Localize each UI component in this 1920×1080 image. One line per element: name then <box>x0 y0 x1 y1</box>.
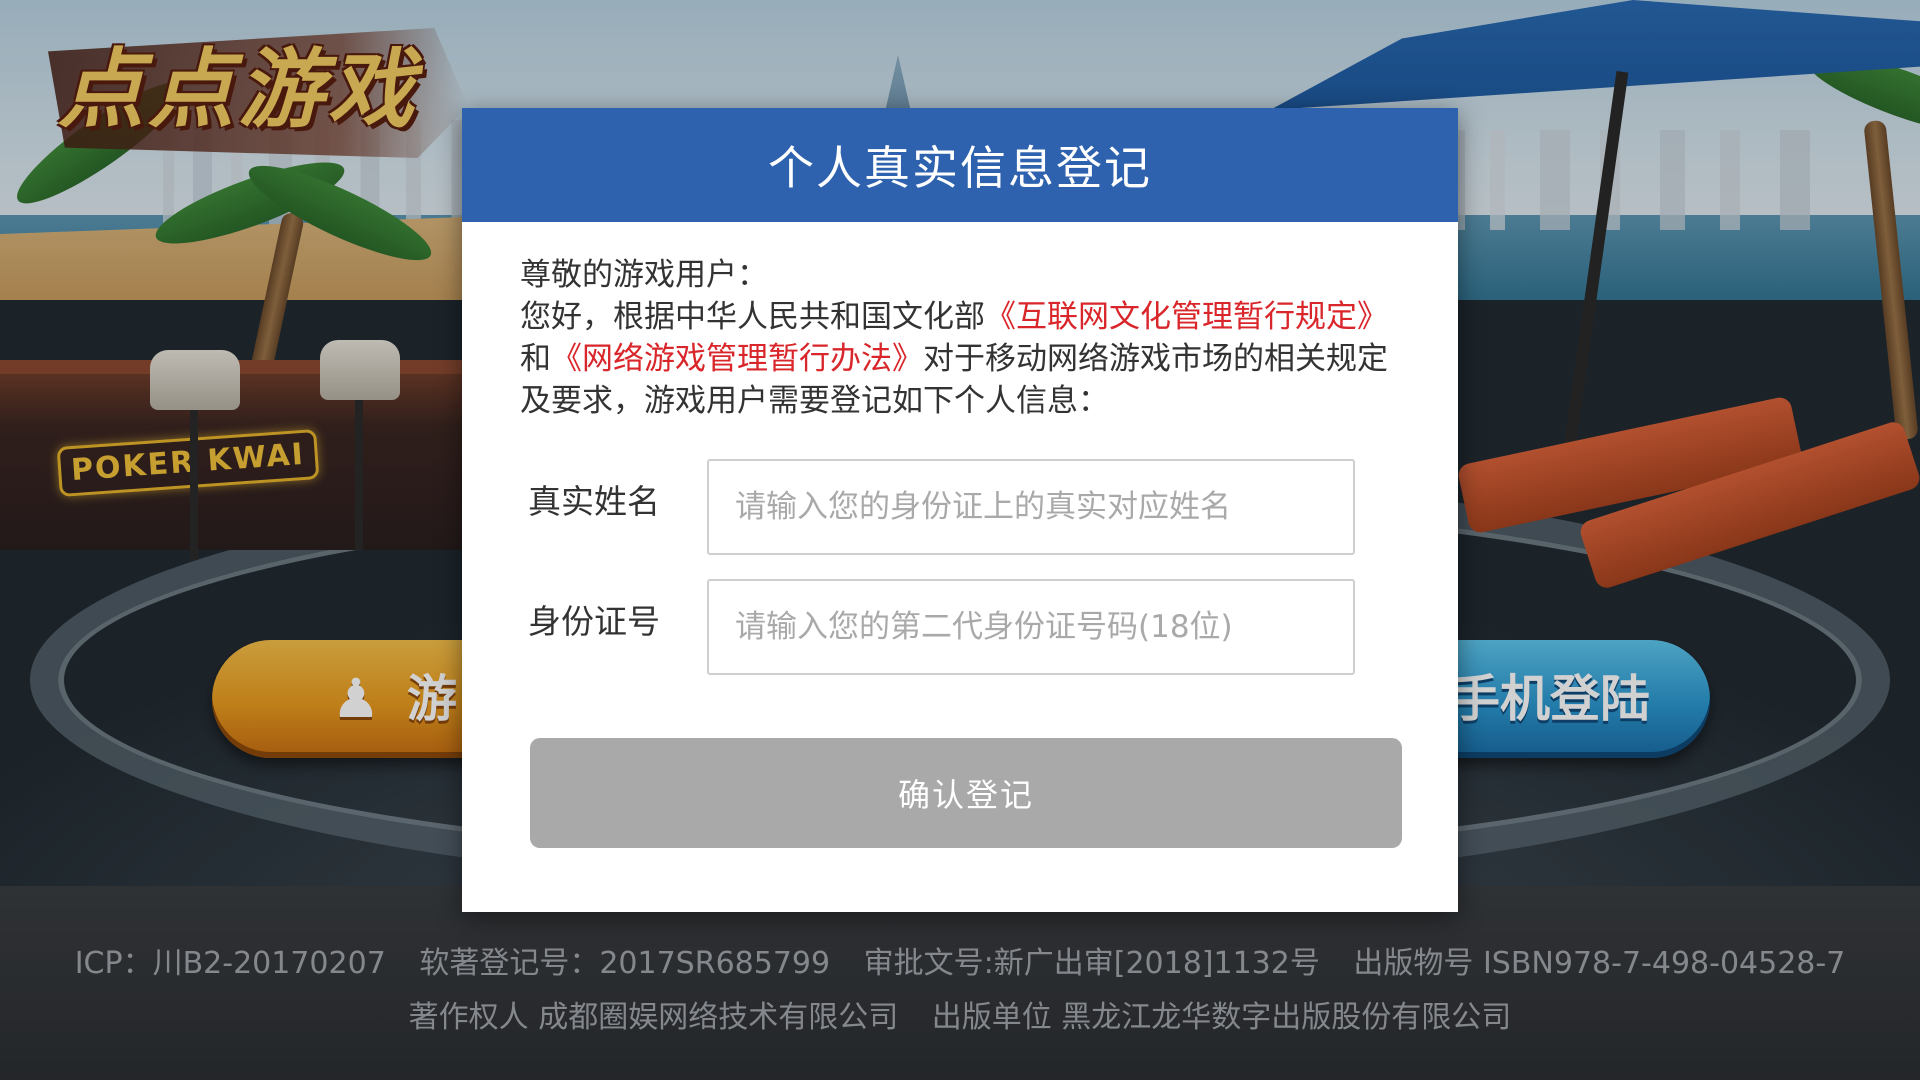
notice-greeting: 尊敬的游戏用户： <box>520 257 768 293</box>
notice-intro: 您好，根据中华人民共和国文化部 <box>520 299 985 335</box>
notice-connector: 和 <box>520 341 551 377</box>
regulation-link-2: 《网络游戏管理暂行办法》 <box>551 341 923 377</box>
real-name-registration-dialog: 个人真实信息登记 尊敬的游戏用户： 您好，根据中华人民共和国文化部《互联网文化管… <box>462 108 1458 912</box>
name-field-label: 真实姓名 <box>528 482 660 521</box>
notice-body: 您好，根据中华人民共和国文化部《互联网文化管理暂行规定》和《网络游戏管理暂行办法… <box>520 296 1410 422</box>
dialog-title: 个人真实信息登记 <box>462 108 1458 222</box>
id-number-input[interactable] <box>707 579 1355 675</box>
confirm-register-button[interactable]: 确认登记 <box>530 738 1402 848</box>
regulation-link-1: 《互联网文化管理暂行规定》 <box>985 299 1388 335</box>
id-field-label: 身份证号 <box>528 602 660 641</box>
real-name-input[interactable] <box>707 459 1355 555</box>
registration-notice: 尊敬的游戏用户： 您好，根据中华人民共和国文化部《互联网文化管理暂行规定》和《网… <box>520 254 1410 422</box>
